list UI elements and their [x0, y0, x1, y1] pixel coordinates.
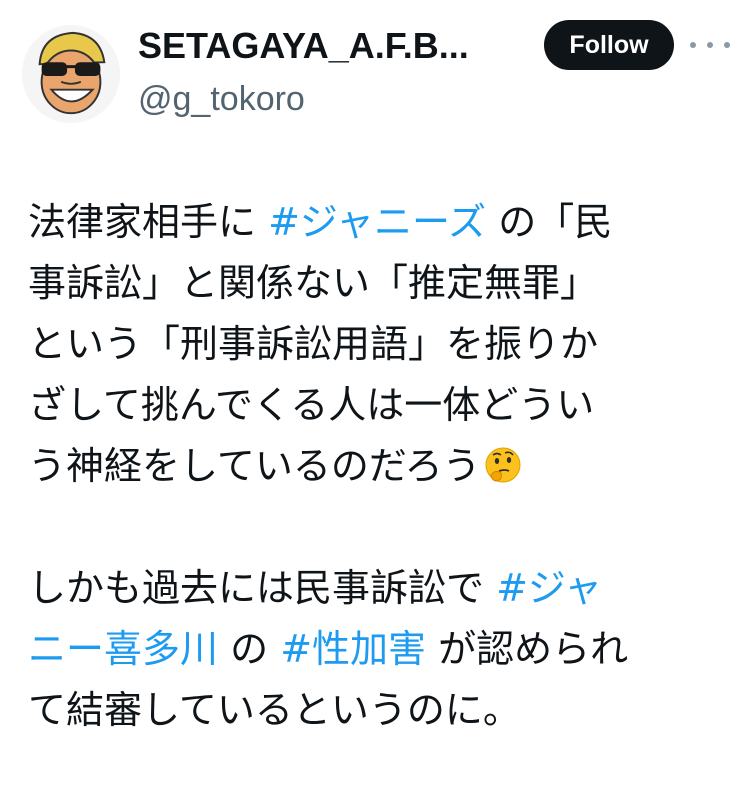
thinking-face-emoji-icon [483, 445, 523, 485]
cartoon-face-sunglasses-icon [22, 25, 120, 123]
display-name[interactable]: SETAGAYA_A.F.B... [138, 24, 528, 68]
tweet-text: 法律家相手に #ジャニーズ の「民 事訴訟」と関係ない「推定無罪」 という「刑事… [28, 192, 728, 741]
follow-button[interactable]: Follow [544, 20, 674, 70]
tweet-text-segment: 法律家相手に [28, 200, 269, 244]
tweet-line: という「刑事訴訟用語」を振りか [28, 322, 599, 366]
tweet-text-segment: の「民 [486, 200, 613, 244]
user-handle[interactable]: @g_tokoro [138, 78, 305, 120]
dot [724, 42, 730, 48]
tweet-line: ざして挑んでくる人は一体どうい [28, 383, 595, 427]
hashtag-link[interactable]: #ジャ [496, 566, 602, 610]
tweet-text-segment: の [218, 627, 281, 671]
tweet-text-segment: が認められ [426, 627, 629, 671]
tweet-line: ニー喜多川 の #性加害 が認められ [28, 619, 728, 680]
hashtag-link[interactable]: #ジャニーズ [268, 200, 486, 244]
hashtag-link[interactable]: #性加害 [280, 627, 426, 671]
tweet-header: SETAGAYA_A.F.B... @g_tokoro Follow [0, 0, 750, 140]
more-options-icon[interactable] [690, 32, 730, 58]
tweet-line: て結審しているというのに。 [28, 688, 521, 732]
tweet-text-segment: う神経をしているのだろう [28, 444, 481, 488]
tweet-line: 事訴訟」と関係ない「推定無罪」 [28, 261, 599, 305]
dot [690, 42, 696, 48]
tweet-text-segment: しかも過去には民事訴訟で [28, 566, 497, 610]
tweet-line: う神経をしているのだろう [28, 436, 728, 497]
dot [707, 42, 713, 48]
tweet-line: しかも過去には民事訴訟で #ジャ [28, 558, 728, 619]
tweet-line: 法律家相手に #ジャニーズ の「民 [28, 192, 728, 253]
avatar[interactable] [22, 25, 120, 123]
hashtag-link[interactable]: ニー喜多川 [28, 627, 218, 671]
